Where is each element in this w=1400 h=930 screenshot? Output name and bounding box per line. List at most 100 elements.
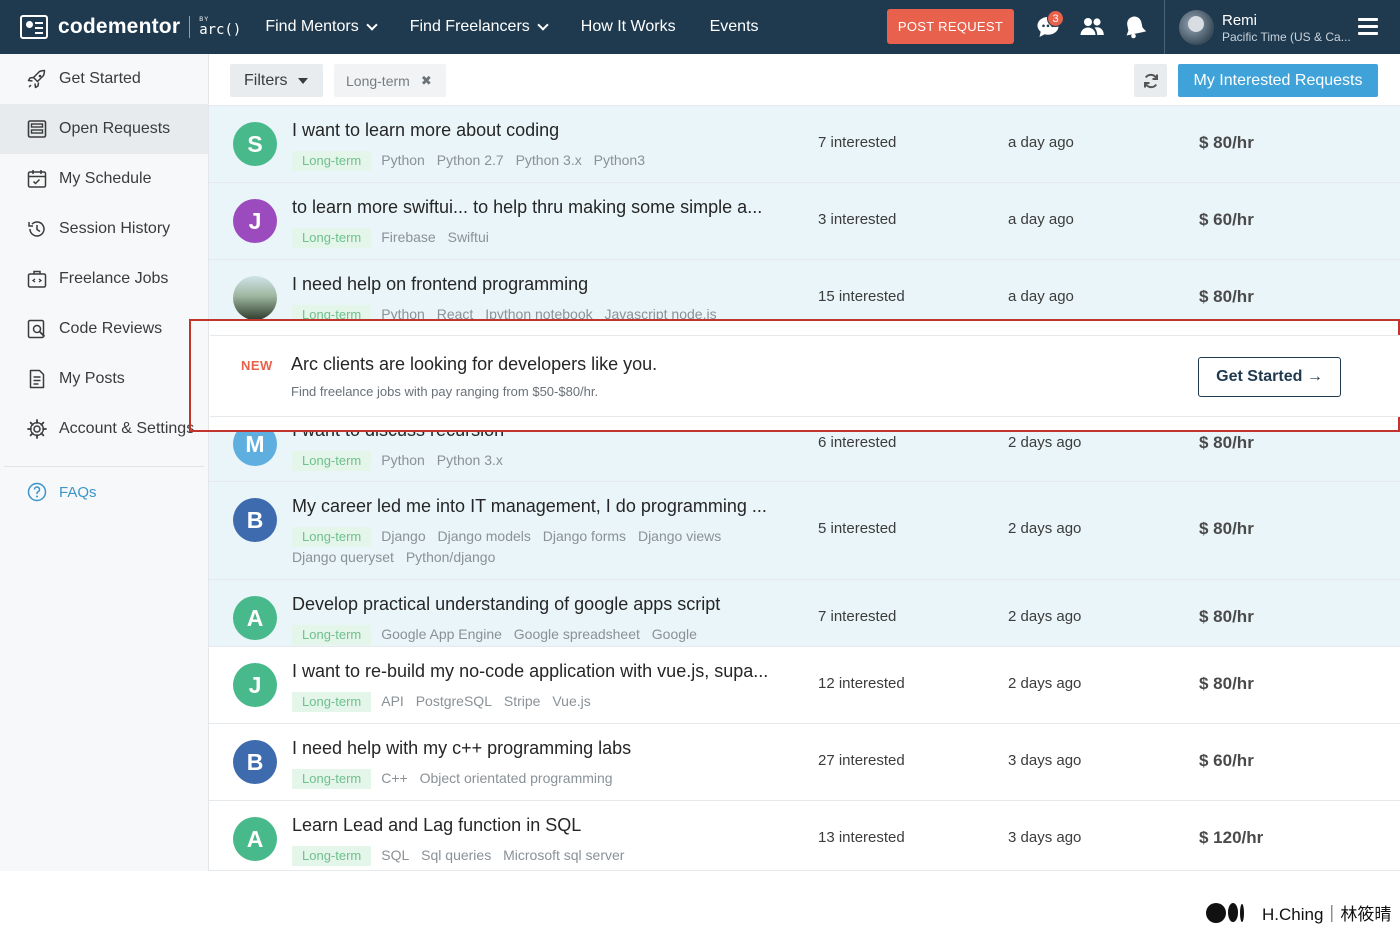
avatar[interactable]: J: [233, 663, 277, 707]
sidebar-item-open-requests[interactable]: Open Requests: [0, 104, 208, 154]
request-row[interactable]: S I want to learn more about coding Long-t…: [209, 106, 1400, 183]
get-started-button[interactable]: Get Started →: [1198, 357, 1341, 397]
sidebar-item-session-history[interactable]: Session History: [0, 204, 208, 254]
long-term-badge: Long-term: [292, 451, 372, 471]
skill-tag[interactable]: Python: [381, 452, 425, 468]
avatar[interactable]: B: [233, 498, 277, 542]
skill-tag[interactable]: Javascript node.js: [605, 306, 717, 319]
skill-tag[interactable]: Django queryset: [292, 549, 394, 565]
skill-tag[interactable]: Python/django: [406, 549, 496, 565]
user-name[interactable]: Remi: [1222, 12, 1257, 29]
request-row[interactable]: B My career led me into IT management, I …: [209, 482, 1400, 580]
filters-dropdown[interactable]: Filters: [230, 64, 323, 97]
skill-tag[interactable]: Python 3.x: [516, 152, 582, 168]
skill-tag[interactable]: Google: [652, 626, 697, 642]
long-term-badge: Long-term: [292, 527, 372, 547]
avatar[interactable]: B: [233, 740, 277, 784]
menu-icon[interactable]: [1358, 18, 1378, 35]
skill-tag[interactable]: Django views: [638, 528, 721, 544]
skill-tag[interactable]: Swiftui: [448, 229, 489, 245]
interested-count: 7 interested: [818, 608, 897, 625]
codementor-logo[interactable]: codementor BY arc(): [20, 0, 241, 54]
request-row[interactable]: Jto learn more swiftui... to help thru m…: [209, 183, 1400, 260]
skill-tag[interactable]: API: [381, 693, 404, 709]
request-title[interactable]: My career led me into IT management, I d…: [292, 496, 767, 517]
sidebar-item-get-started[interactable]: Get Started: [0, 54, 208, 104]
request-title[interactable]: I want to learn more about coding: [292, 120, 559, 141]
request-row[interactable]: J I want to re-build my no-code applicati…: [209, 647, 1400, 724]
nav-find-mentors[interactable]: Find Mentors: [265, 18, 378, 36]
skill-tag[interactable]: Django forms: [543, 528, 626, 544]
sidebar-item-freelance-jobs[interactable]: Freelance Jobs: [0, 254, 208, 304]
skill-tag[interactable]: Google spreadsheet: [514, 626, 640, 642]
chevron-down-icon: [366, 18, 378, 31]
skill-tag[interactable]: Google App Engine: [381, 626, 502, 642]
skill-tag[interactable]: Microsoft sql server: [503, 847, 624, 863]
skill-tag[interactable]: React: [437, 306, 474, 319]
post-request-button[interactable]: POST REQUEST: [887, 9, 1014, 44]
nav-find-freelancers[interactable]: Find Freelancers: [410, 18, 549, 36]
request-title[interactable]: Learn Lead and Lag function in SQL: [292, 815, 581, 836]
skill-tag[interactable]: Stripe: [504, 693, 541, 709]
posted-time: 3 days ago: [1008, 829, 1082, 846]
sidebar-item-my-posts[interactable]: My Posts: [0, 354, 208, 404]
avatar[interactable]: A: [233, 596, 277, 640]
request-row[interactable]: M I want to discuss recursion Long-term Pyt…: [209, 432, 1400, 482]
hourly-rate: $ 80/hr: [1199, 674, 1254, 693]
skill-tag[interactable]: Vue.js: [552, 693, 590, 709]
request-row[interactable]: A Develop practical understanding of goog…: [209, 580, 1400, 647]
nav-how-it-works[interactable]: How It Works: [581, 18, 676, 36]
logo-icon: [20, 15, 48, 39]
skill-tag[interactable]: Object orientated programming: [420, 770, 613, 786]
interested-count: 5 interested: [818, 520, 897, 537]
request-title[interactable]: I want to discuss recursion: [292, 432, 504, 441]
request-title[interactable]: I need help with my c++ programming labs: [292, 738, 631, 759]
sidebar: Get Started Open Requests My Schedule Se…: [0, 54, 209, 871]
my-interested-requests-button[interactable]: My Interested Requests: [1178, 64, 1378, 97]
user-avatar[interactable]: [1179, 10, 1214, 45]
avatar[interactable]: S: [233, 122, 277, 166]
sidebar-item-account-settings[interactable]: Account & Settings: [0, 404, 208, 454]
request-row[interactable]: I need help on frontend programming Long-…: [209, 260, 1400, 320]
close-icon[interactable]: ✖: [421, 73, 432, 89]
skill-tag[interactable]: Django: [381, 528, 425, 544]
skill-tag[interactable]: SQL: [381, 847, 409, 863]
sidebar-item-code-reviews[interactable]: Code Reviews: [0, 304, 208, 354]
avatar-photo[interactable]: [233, 276, 277, 319]
avatar[interactable]: J: [233, 199, 277, 243]
nav-events[interactable]: Events: [710, 18, 759, 36]
sidebar-item-my-schedule[interactable]: My Schedule: [0, 154, 208, 204]
people-icon[interactable]: [1079, 14, 1105, 40]
request-title[interactable]: Develop practical understanding of googl…: [292, 594, 720, 615]
skill-tag[interactable]: Python 3.x: [437, 452, 503, 468]
skill-tag[interactable]: Firebase: [381, 229, 435, 245]
request-title[interactable]: I need help on frontend programming: [292, 274, 588, 295]
history-icon: [28, 221, 45, 237]
bell-icon[interactable]: [1122, 14, 1148, 40]
hourly-rate: $ 80/hr: [1199, 433, 1254, 452]
skill-tag[interactable]: Python 2.7: [437, 152, 504, 168]
skill-tag[interactable]: PostgreSQL: [416, 693, 492, 709]
long-term-badge: Long-term: [292, 692, 372, 712]
posted-time: a day ago: [1008, 134, 1074, 151]
skill-tag[interactable]: Python: [381, 306, 425, 319]
skill-tag[interactable]: Python: [381, 152, 425, 168]
posted-time: 2 days ago: [1008, 520, 1082, 537]
sidebar-item-faqs[interactable]: FAQs: [0, 467, 208, 517]
skill-tag[interactable]: Python3: [594, 152, 645, 168]
filter-chip-long-term[interactable]: Long-term ✖: [334, 64, 446, 97]
request-title[interactable]: I want to re-build my no-code applicatio…: [292, 661, 768, 682]
rocket-icon: [27, 69, 46, 89]
refresh-button[interactable]: [1134, 64, 1167, 97]
avatar[interactable]: M: [233, 432, 277, 466]
skill-tag[interactable]: Sql queries: [421, 847, 491, 863]
skill-tag[interactable]: Django models: [438, 528, 531, 544]
posted-time: 2 days ago: [1008, 675, 1082, 692]
avatar[interactable]: A: [233, 817, 277, 861]
skill-tag[interactable]: C++: [381, 770, 407, 786]
request-row[interactable]: B I need help with my c++ programming lab…: [209, 724, 1400, 801]
posted-time: a day ago: [1008, 288, 1074, 305]
request-title[interactable]: to learn more swiftui... to help thru ma…: [292, 197, 762, 218]
skill-tag[interactable]: Ipython notebook: [485, 306, 592, 319]
request-row[interactable]: A Learn Lead and Lag function in SQL Long-…: [209, 801, 1400, 871]
